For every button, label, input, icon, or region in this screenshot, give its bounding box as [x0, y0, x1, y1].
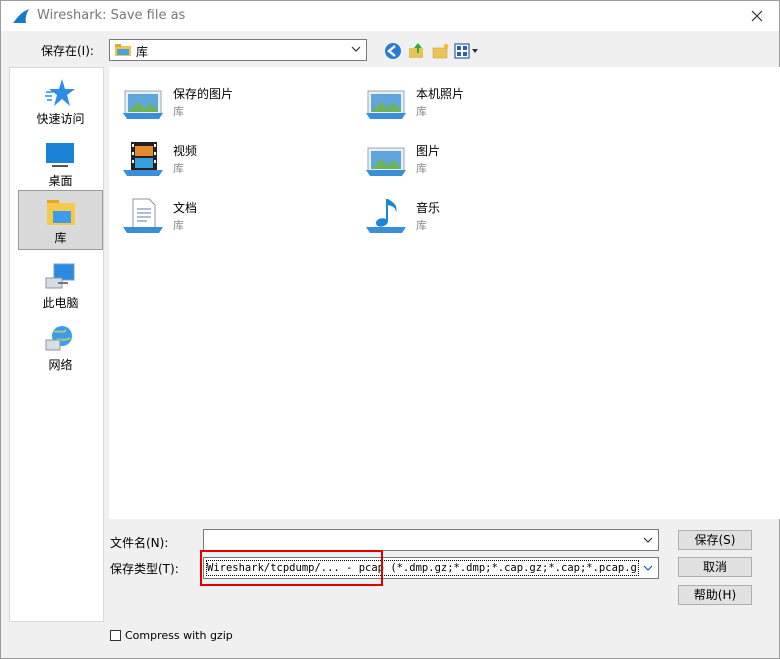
gzip-checkbox[interactable] [110, 629, 121, 641]
gzip-label: Compress with gzip [125, 628, 233, 642]
item-type: 库 [416, 162, 427, 175]
back-icon[interactable] [383, 41, 403, 61]
close-button[interactable] [745, 6, 769, 26]
chevron-down-icon [351, 46, 361, 52]
chevron-down-icon[interactable] [642, 562, 654, 574]
close-icon [751, 10, 763, 22]
place-this-pc[interactable]: 此电脑 [18, 256, 103, 316]
network-globe-icon [45, 326, 72, 351]
place-desktop[interactable]: 桌面 [18, 134, 103, 194]
help-button[interactable]: 帮助(H) [678, 585, 752, 605]
place-label: 快速访问 [36, 112, 85, 126]
save-file-dialog: Wireshark: Save file as 保存在(I): 库 快速访问 桌… [0, 0, 780, 659]
highlight-annotation-box [200, 550, 383, 586]
item-type: 库 [416, 219, 427, 232]
item-name: 视频 [173, 144, 198, 158]
window-title: Wireshark: Save file as [37, 8, 186, 23]
cancel-button[interactable]: 取消 [678, 557, 752, 577]
item-name: 本机照片 [416, 87, 465, 101]
images-library-icon [366, 147, 406, 176]
filename-input[interactable] [203, 529, 659, 551]
item-name: 文档 [173, 201, 198, 215]
chevron-down-icon[interactable] [642, 534, 654, 546]
filename-label: 文件名(N): [110, 536, 169, 550]
places-bar: 快速访问 桌面 库 此电脑 网络 [9, 67, 104, 622]
place-label: 桌面 [48, 174, 73, 188]
music-library-icon [366, 199, 406, 233]
place-label: 此电脑 [42, 296, 79, 310]
location-combobox[interactable]: 库 [109, 39, 367, 61]
item-name: 音乐 [416, 201, 441, 215]
camera-roll-library-icon [366, 90, 406, 119]
place-label: 库 [54, 231, 67, 245]
documents-library-icon [123, 198, 163, 233]
list-item[interactable]: 图片 库 [358, 136, 588, 184]
list-item[interactable]: 音乐 库 [358, 193, 588, 241]
item-type: 库 [173, 105, 184, 118]
item-type: 库 [173, 162, 184, 175]
videos-library-icon [123, 142, 163, 176]
filetype-label: 保存类型(T): [110, 562, 179, 576]
wireshark-fin-icon [13, 9, 29, 23]
place-network[interactable]: 网络 [18, 318, 103, 378]
desktop-icon [46, 143, 74, 167]
list-item[interactable]: 视频 库 [115, 136, 345, 184]
star-icon [45, 79, 75, 106]
up-folder-icon[interactable] [407, 41, 427, 61]
item-type: 库 [173, 219, 184, 232]
item-type: 库 [416, 105, 427, 118]
location-label: 保存在(I): [41, 44, 94, 58]
item-name: 图片 [416, 144, 441, 158]
place-quick-access[interactable]: 快速访问 [18, 72, 103, 132]
location-value: 库 [136, 45, 149, 59]
file-list[interactable]: 保存的图片 库 本机照片 库 视频 库 图片 库 文档 库 音乐 库 [109, 67, 768, 519]
library-folder-icon [47, 200, 75, 225]
list-item[interactable]: 文档 库 [115, 193, 345, 241]
place-label: 网络 [48, 358, 73, 372]
list-item[interactable]: 本机照片 库 [358, 79, 588, 127]
pictures-library-icon [123, 90, 163, 119]
title-bar: Wireshark: Save file as [1, 1, 779, 31]
view-menu-button[interactable] [453, 41, 481, 61]
new-folder-icon[interactable] [431, 41, 451, 61]
list-item[interactable]: 保存的图片 库 [115, 79, 345, 127]
gzip-option[interactable]: Compress with gzip [110, 628, 233, 642]
computer-icon [45, 263, 75, 289]
item-name: 保存的图片 [173, 87, 234, 101]
place-library[interactable]: 库 [18, 190, 103, 250]
view-grid-icon [454, 43, 478, 59]
save-button[interactable]: 保存(S) [678, 530, 752, 550]
folder-icon [115, 44, 131, 56]
vertical-scrollbar[interactable] [768, 67, 780, 519]
